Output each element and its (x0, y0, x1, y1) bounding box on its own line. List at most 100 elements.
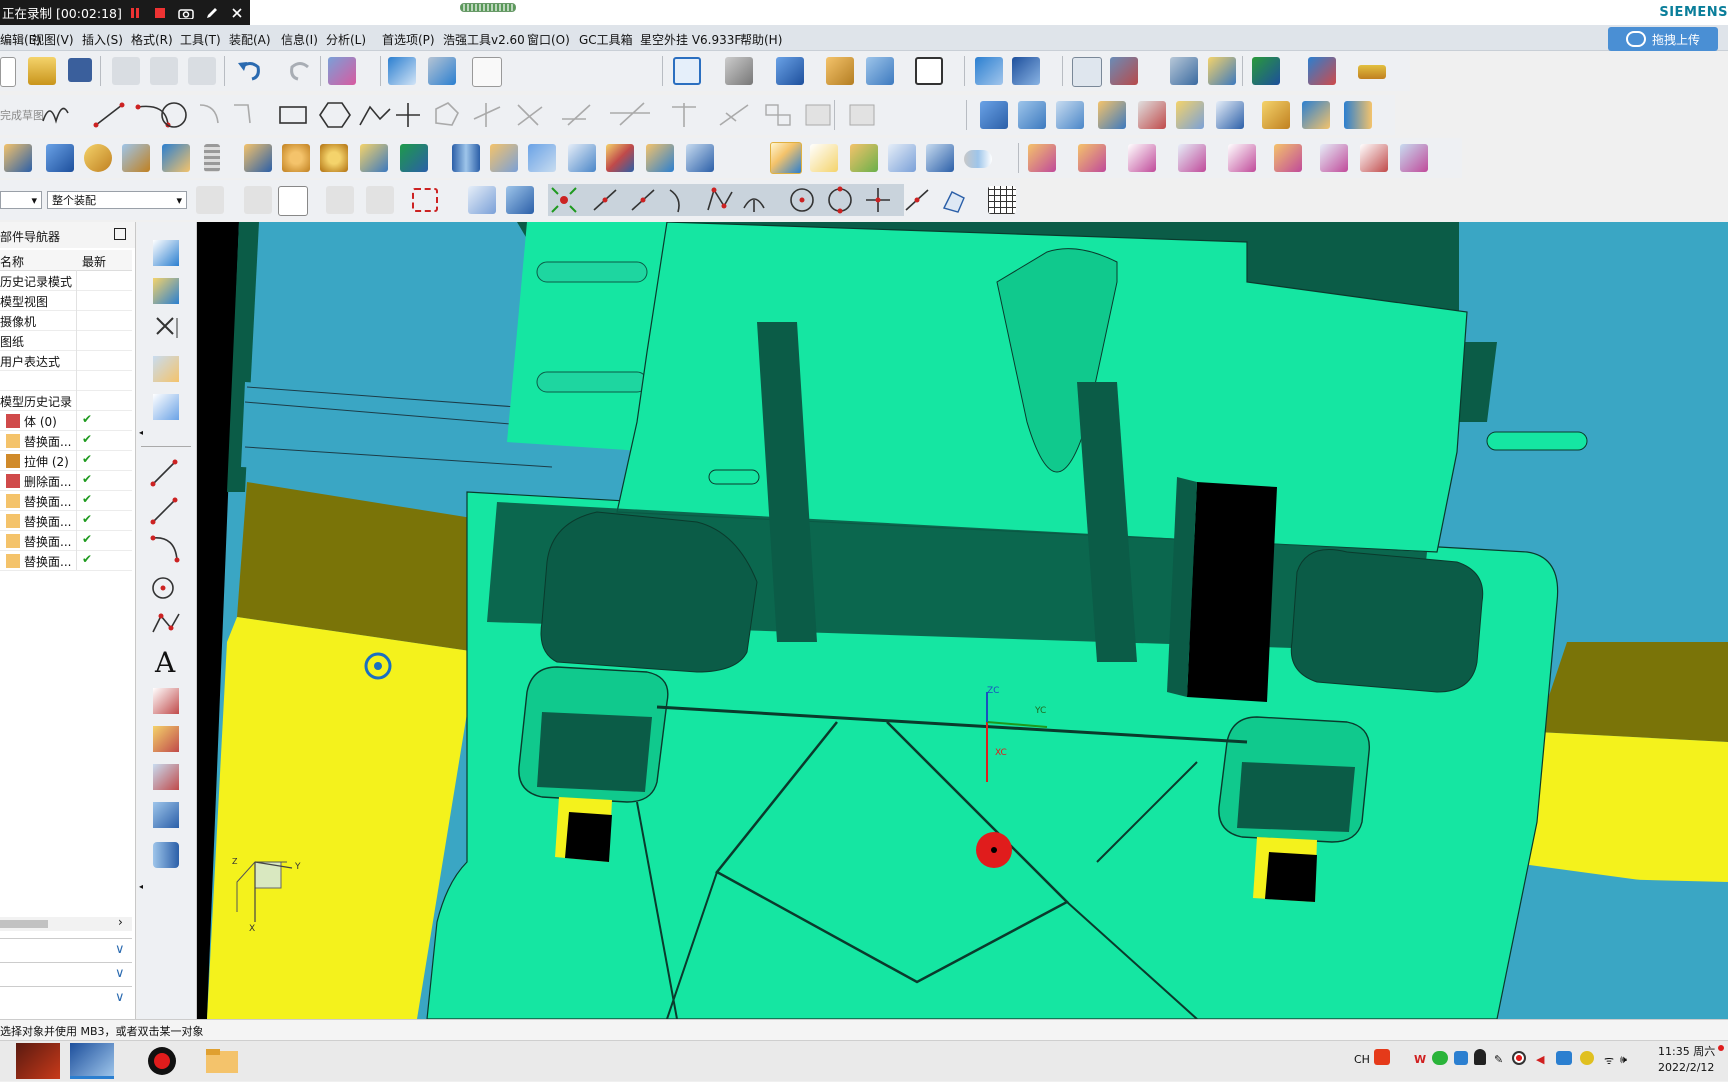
constraint-tools[interactable] (560, 99, 980, 131)
studio-surface-icon[interactable] (1098, 101, 1126, 129)
offset-curve-icon[interactable] (153, 688, 179, 714)
patch-surface-icon[interactable] (1274, 144, 1302, 172)
delete-face-icon[interactable] (770, 142, 802, 174)
parting-line-icon[interactable] (1360, 144, 1388, 172)
resize-face-icon[interactable] (850, 144, 878, 172)
close-icon[interactable] (224, 0, 250, 25)
menu-insert[interactable]: 插入(S) (82, 31, 123, 48)
maximize-icon[interactable] (114, 228, 126, 240)
pattern-feature-icon[interactable] (282, 144, 310, 172)
pen-icon[interactable] (199, 0, 225, 25)
grid-icon[interactable] (988, 186, 1016, 214)
clock-time[interactable]: 11:35 周六 (1658, 1043, 1715, 1059)
move-tool-icon[interactable] (1400, 144, 1428, 172)
mirror-feature-icon[interactable] (360, 144, 388, 172)
app-tang-icon[interactable] (16, 1043, 60, 1079)
select-face-icon[interactable] (468, 186, 496, 214)
wave-geometry-icon[interactable] (1028, 144, 1056, 172)
assembly-add-icon[interactable] (975, 57, 1003, 85)
rectangle-select-icon[interactable] (412, 188, 438, 212)
scroll-right-icon[interactable]: › (118, 915, 123, 929)
swept-surface-icon[interactable] (1056, 101, 1084, 129)
sew-icon[interactable] (1344, 101, 1372, 129)
analysis-icon[interactable] (1208, 57, 1236, 85)
wechat-icon[interactable] (1432, 1051, 1448, 1065)
menu-information[interactable]: 信息(I) (281, 31, 318, 48)
qq-icon[interactable] (1474, 1049, 1486, 1065)
shaded-view-icon[interactable] (776, 57, 804, 85)
edge-blend-icon[interactable] (568, 144, 596, 172)
select-body-icon[interactable] (506, 186, 534, 214)
undo-select-icon[interactable] (326, 186, 354, 214)
fit-view-icon[interactable] (673, 57, 701, 85)
menu-window[interactable]: 窗口(O) (527, 31, 570, 48)
undo-icon[interactable] (236, 57, 264, 85)
layer-settings-icon[interactable] (826, 57, 854, 85)
wireframe-view-icon[interactable] (725, 57, 753, 85)
navigator-scrollbar[interactable]: › (0, 915, 132, 931)
ruled-surface-icon[interactable] (1138, 101, 1166, 129)
menu-gc-toolbox[interactable]: GC工具箱 (579, 31, 633, 48)
nav-row-cameras[interactable]: 摄像机 (0, 310, 132, 331)
nav-row-unnamed[interactable] (0, 370, 132, 391)
col-latest-header[interactable]: 最新 (82, 253, 106, 270)
constrain-face-icon[interactable] (926, 144, 954, 172)
save-icon[interactable] (68, 58, 92, 82)
split-body-icon[interactable] (452, 144, 480, 172)
select-filter-icon[interactable] (278, 186, 308, 216)
background-icon[interactable] (915, 57, 943, 85)
menu-assembly[interactable]: 装配(A) (229, 31, 271, 48)
replace-face-icon[interactable] (686, 144, 714, 172)
nav-row-model-views[interactable]: 模型视图 (0, 290, 132, 311)
datum-plane-icon[interactable] (153, 278, 179, 304)
measure-icon[interactable] (1170, 57, 1198, 85)
surface-through-curves-icon[interactable] (980, 101, 1008, 129)
sketch-curve-tools[interactable] (38, 99, 558, 131)
ruler-icon[interactable] (1358, 65, 1386, 79)
sogou-icon[interactable] (1374, 1049, 1390, 1065)
block-icon[interactable] (46, 144, 74, 172)
nav-row-history-mode[interactable]: 历史记录模式 (0, 270, 132, 291)
plus-tray-icon[interactable] (1580, 1051, 1594, 1065)
point-set-icon[interactable] (1308, 57, 1336, 85)
nav-row-user-expressions[interactable]: 用户表达式 (0, 350, 132, 371)
app-file-explorer-icon[interactable] (200, 1043, 244, 1079)
speaker-icon[interactable]: 🕪 (1620, 1053, 1627, 1067)
mold-tool-icon[interactable] (1078, 144, 1106, 172)
trim-body-icon[interactable] (490, 144, 518, 172)
wifi-icon[interactable]: ᯤ (1604, 1053, 1614, 1068)
explode-view-icon[interactable] (1072, 57, 1102, 87)
project-curve-icon[interactable] (153, 726, 179, 752)
sketch-icon[interactable] (153, 240, 179, 266)
copy-icon[interactable] (150, 57, 178, 85)
redo-icon[interactable] (286, 57, 314, 85)
menu-format[interactable]: 格式(R) (131, 31, 173, 48)
trim-sheet-icon[interactable] (1262, 101, 1290, 129)
datum-axis-icon[interactable] (153, 394, 179, 420)
baidu-cloud-icon[interactable] (1556, 1051, 1572, 1065)
record-tray-icon[interactable] (1512, 1051, 1526, 1065)
offset-face-icon[interactable] (646, 144, 674, 172)
show-hide-icon[interactable] (388, 57, 416, 85)
menu-tools[interactable]: 工具(T) (180, 31, 221, 48)
stop-icon[interactable] (148, 0, 174, 25)
filter-icon[interactable] (244, 186, 272, 214)
menu-analysis[interactable]: 分析(L) (326, 31, 366, 48)
snap-point-tools[interactable] (548, 184, 968, 216)
app-recorder-icon[interactable] (140, 1043, 184, 1079)
point-icon[interactable] (153, 356, 179, 382)
menu-preferences[interactable]: 首选项(P) (382, 31, 435, 48)
scrollbar-thumb[interactable] (0, 920, 48, 928)
unite-icon[interactable] (400, 144, 428, 172)
nav-row-model-history[interactable]: 模型历史记录 (0, 390, 132, 411)
text-tool-icon[interactable]: A (155, 646, 175, 679)
menu-view[interactable]: 视图(V) (32, 31, 74, 48)
isoparametric-curve-icon[interactable] (153, 802, 179, 828)
menu-xingkong-plugin[interactable]: 星空外挂 V6.933F (640, 31, 741, 48)
camera-icon[interactable] (173, 0, 199, 25)
boss-icon[interactable] (244, 144, 272, 172)
extract-region-icon[interactable] (1178, 144, 1206, 172)
command-finder-icon[interactable] (328, 57, 356, 85)
snap-icon[interactable] (1252, 57, 1280, 85)
clock-date[interactable]: 2022/2/12 (1658, 1061, 1714, 1074)
